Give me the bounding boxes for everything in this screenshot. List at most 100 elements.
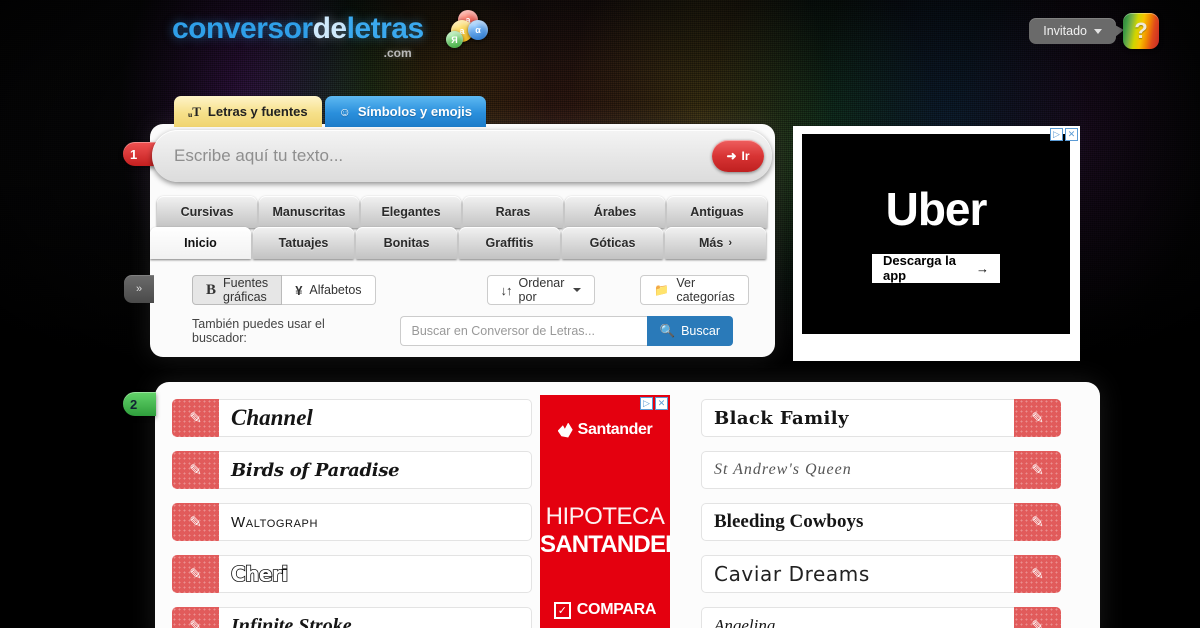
font-list-item[interactable]: ✎ Cheri (172, 555, 532, 593)
category-bonitas[interactable]: Bonitas (356, 227, 457, 259)
site-header: conversor de letras .com a a α Я Invitado … (0, 0, 1200, 92)
edit-pencil-icon[interactable]: ✎ (172, 503, 219, 541)
logo-part-de: de (312, 12, 348, 45)
user-menu[interactable]: Invitado (1029, 18, 1124, 44)
font-list-item[interactable]: Bleeding Cowboys ✎ (701, 503, 1061, 541)
font-preview[interactable]: Bleeding Cowboys (701, 503, 1014, 541)
sidebar-expand-icon: » (135, 283, 143, 295)
font-preview[interactable]: Angelina (701, 607, 1014, 628)
category-tatuajes[interactable]: Tatuajes (253, 227, 354, 259)
font-list-item[interactable]: ✎ Channel (172, 399, 532, 437)
category-cursivas[interactable]: Cursivas (157, 196, 257, 228)
symbols-icon: ☺ (338, 104, 351, 119)
logo-wordmark: conversor de letras (172, 14, 424, 44)
search-icon: 🔍 (659, 323, 676, 338)
ordenar-por-button[interactable]: ↓↑ Ordenar por (486, 275, 596, 305)
ad-santander[interactable]: ▷ ✕ Santander HIPOTECA SANTANDER ✓ COMPA… (540, 395, 670, 628)
bold-b-icon: B (206, 281, 217, 298)
category-antiguas[interactable]: Antiguas (667, 196, 767, 228)
edit-pencil-icon[interactable]: ✎ (1014, 607, 1061, 628)
santander-flame-icon (557, 422, 573, 438)
site-search: 🔍 Buscar (399, 316, 733, 346)
adchoices-uber[interactable]: ▷ ✕ (1050, 128, 1078, 141)
site-logo[interactable]: conversor de letras .com a a α Я (172, 10, 488, 60)
font-list-item[interactable]: ✎ Birds of Paradise (172, 451, 532, 489)
category-elegantes-label: Elegantes (381, 205, 441, 219)
category-inicio-label: Inicio (184, 236, 217, 250)
font-list-item[interactable]: St Andrew's Queen ✎ (701, 451, 1061, 489)
adchoices-icon[interactable]: ▷ (640, 397, 653, 410)
fuentes-graficas-label: Fuentes gráficas (223, 276, 269, 304)
ad-uber-creative: Uber Descarga la app → (802, 134, 1070, 334)
santander-headline-1: HIPOTECA (545, 503, 665, 530)
edit-pencil-icon[interactable]: ✎ (172, 399, 219, 437)
category-manuscritas[interactable]: Manuscritas (259, 196, 359, 228)
category-raras[interactable]: Raras (463, 196, 563, 228)
ver-categorias-button[interactable]: 📁 Ver categorías (640, 275, 749, 305)
category-graffitis[interactable]: Graffitis (459, 227, 560, 259)
santander-cta-button[interactable]: ✓ COMPARA (540, 601, 670, 619)
font-name: Black Family (714, 407, 849, 429)
close-icon[interactable]: ✕ (655, 397, 668, 410)
font-preview[interactable]: Caviar Dreams (701, 555, 1014, 593)
search-input[interactable] (399, 316, 647, 346)
tab-simbolos-label: Símbolos y emojis (357, 104, 473, 119)
category-raras-label: Raras (495, 205, 531, 219)
arrow-right-icon: ➜ (726, 149, 737, 163)
fuentes-graficas-button[interactable]: B Fuentes gráficas (192, 275, 283, 305)
category-goticas[interactable]: Góticas (562, 227, 663, 259)
chevron-down-icon (573, 288, 582, 292)
tab-simbolos-y-emojis[interactable]: ☺ Símbolos y emojis (324, 96, 487, 127)
font-list-column-left: ✎ Channel ✎ Birds of Paradise ✎ Waltogra… (172, 399, 532, 628)
go-button[interactable]: ➜ Ir (712, 140, 764, 172)
font-preview[interactable]: Channel (219, 399, 532, 437)
font-preview[interactable]: Black Family (701, 399, 1014, 437)
category-tatuajes-label: Tatuajes (278, 236, 329, 250)
close-icon[interactable]: ✕ (1065, 128, 1078, 141)
font-list-item[interactable]: ✎ Waltograph (172, 503, 532, 541)
edit-pencil-icon[interactable]: ✎ (172, 555, 219, 593)
category-arabes[interactable]: Árabes (565, 196, 665, 228)
search-hint-label: También puedes usar el buscador: (192, 317, 325, 345)
toolbar-row-buttons: B Fuentes gráficas ¥ Alfabetos ↓↑ Ordena… (192, 275, 749, 305)
user-menu-bubble[interactable]: Invitado (1029, 18, 1124, 44)
category-inicio[interactable]: Inicio (150, 227, 251, 259)
uber-cta-label: Descarga la app (883, 253, 956, 283)
adchoices-santander[interactable]: ▷ ✕ (640, 397, 668, 410)
edit-pencil-icon[interactable]: ✎ (1014, 555, 1061, 593)
font-list-item[interactable]: Angelina ✎ (701, 607, 1061, 628)
edit-pencil-icon[interactable]: ✎ (172, 607, 219, 628)
font-preview[interactable]: Infinite Stroke (219, 607, 532, 628)
font-preview[interactable]: Cheri (219, 555, 532, 593)
category-mas[interactable]: Más › (665, 227, 766, 259)
search-button[interactable]: 🔍 Buscar (646, 316, 733, 346)
edit-pencil-icon[interactable]: ✎ (1014, 399, 1061, 437)
font-list-item[interactable]: Black Family ✎ (701, 399, 1061, 437)
category-elegantes[interactable]: Elegantes (361, 196, 461, 228)
tab-letras-y-fuentes[interactable]: ᵤT Letras y fuentes (174, 96, 322, 127)
uber-cta-button[interactable]: Descarga la app → (872, 253, 1000, 283)
category-antiguas-label: Antiguas (690, 205, 744, 219)
logo-tld: .com (383, 46, 412, 60)
edit-pencil-icon[interactable]: ✎ (172, 451, 219, 489)
alfabetos-button[interactable]: ¥ Alfabetos (282, 275, 376, 305)
font-name: Cheri (230, 561, 289, 587)
ad-uber[interactable]: ▷ ✕ Uber Descarga la app → (793, 126, 1080, 361)
main-text-input[interactable] (174, 146, 712, 166)
category-goticas-label: Góticas (589, 236, 636, 250)
fonts-toolbar: B Fuentes gráficas ¥ Alfabetos ↓↑ Ordena… (150, 272, 775, 346)
step-badge-two: 2 (123, 392, 156, 416)
folder-icon: 📁 (654, 283, 670, 297)
help-avatar-icon[interactable]: ? (1123, 13, 1159, 49)
edit-pencil-icon[interactable]: ✎ (1014, 503, 1061, 541)
font-preview[interactable]: St Andrew's Queen (701, 451, 1014, 489)
font-list-item[interactable]: ✎ Infinite Stroke (172, 607, 532, 628)
arrow-right-icon: → (976, 260, 989, 276)
font-preview[interactable]: Waltograph (219, 503, 532, 541)
font-list-item[interactable]: Caviar Dreams ✎ (701, 555, 1061, 593)
font-preview[interactable]: Birds of Paradise (219, 451, 532, 489)
main-text-input-shell: ➜ Ir (152, 130, 772, 182)
adchoices-icon[interactable]: ▷ (1050, 128, 1063, 141)
edit-pencil-icon[interactable]: ✎ (1014, 451, 1061, 489)
category-cursivas-label: Cursivas (180, 205, 234, 219)
